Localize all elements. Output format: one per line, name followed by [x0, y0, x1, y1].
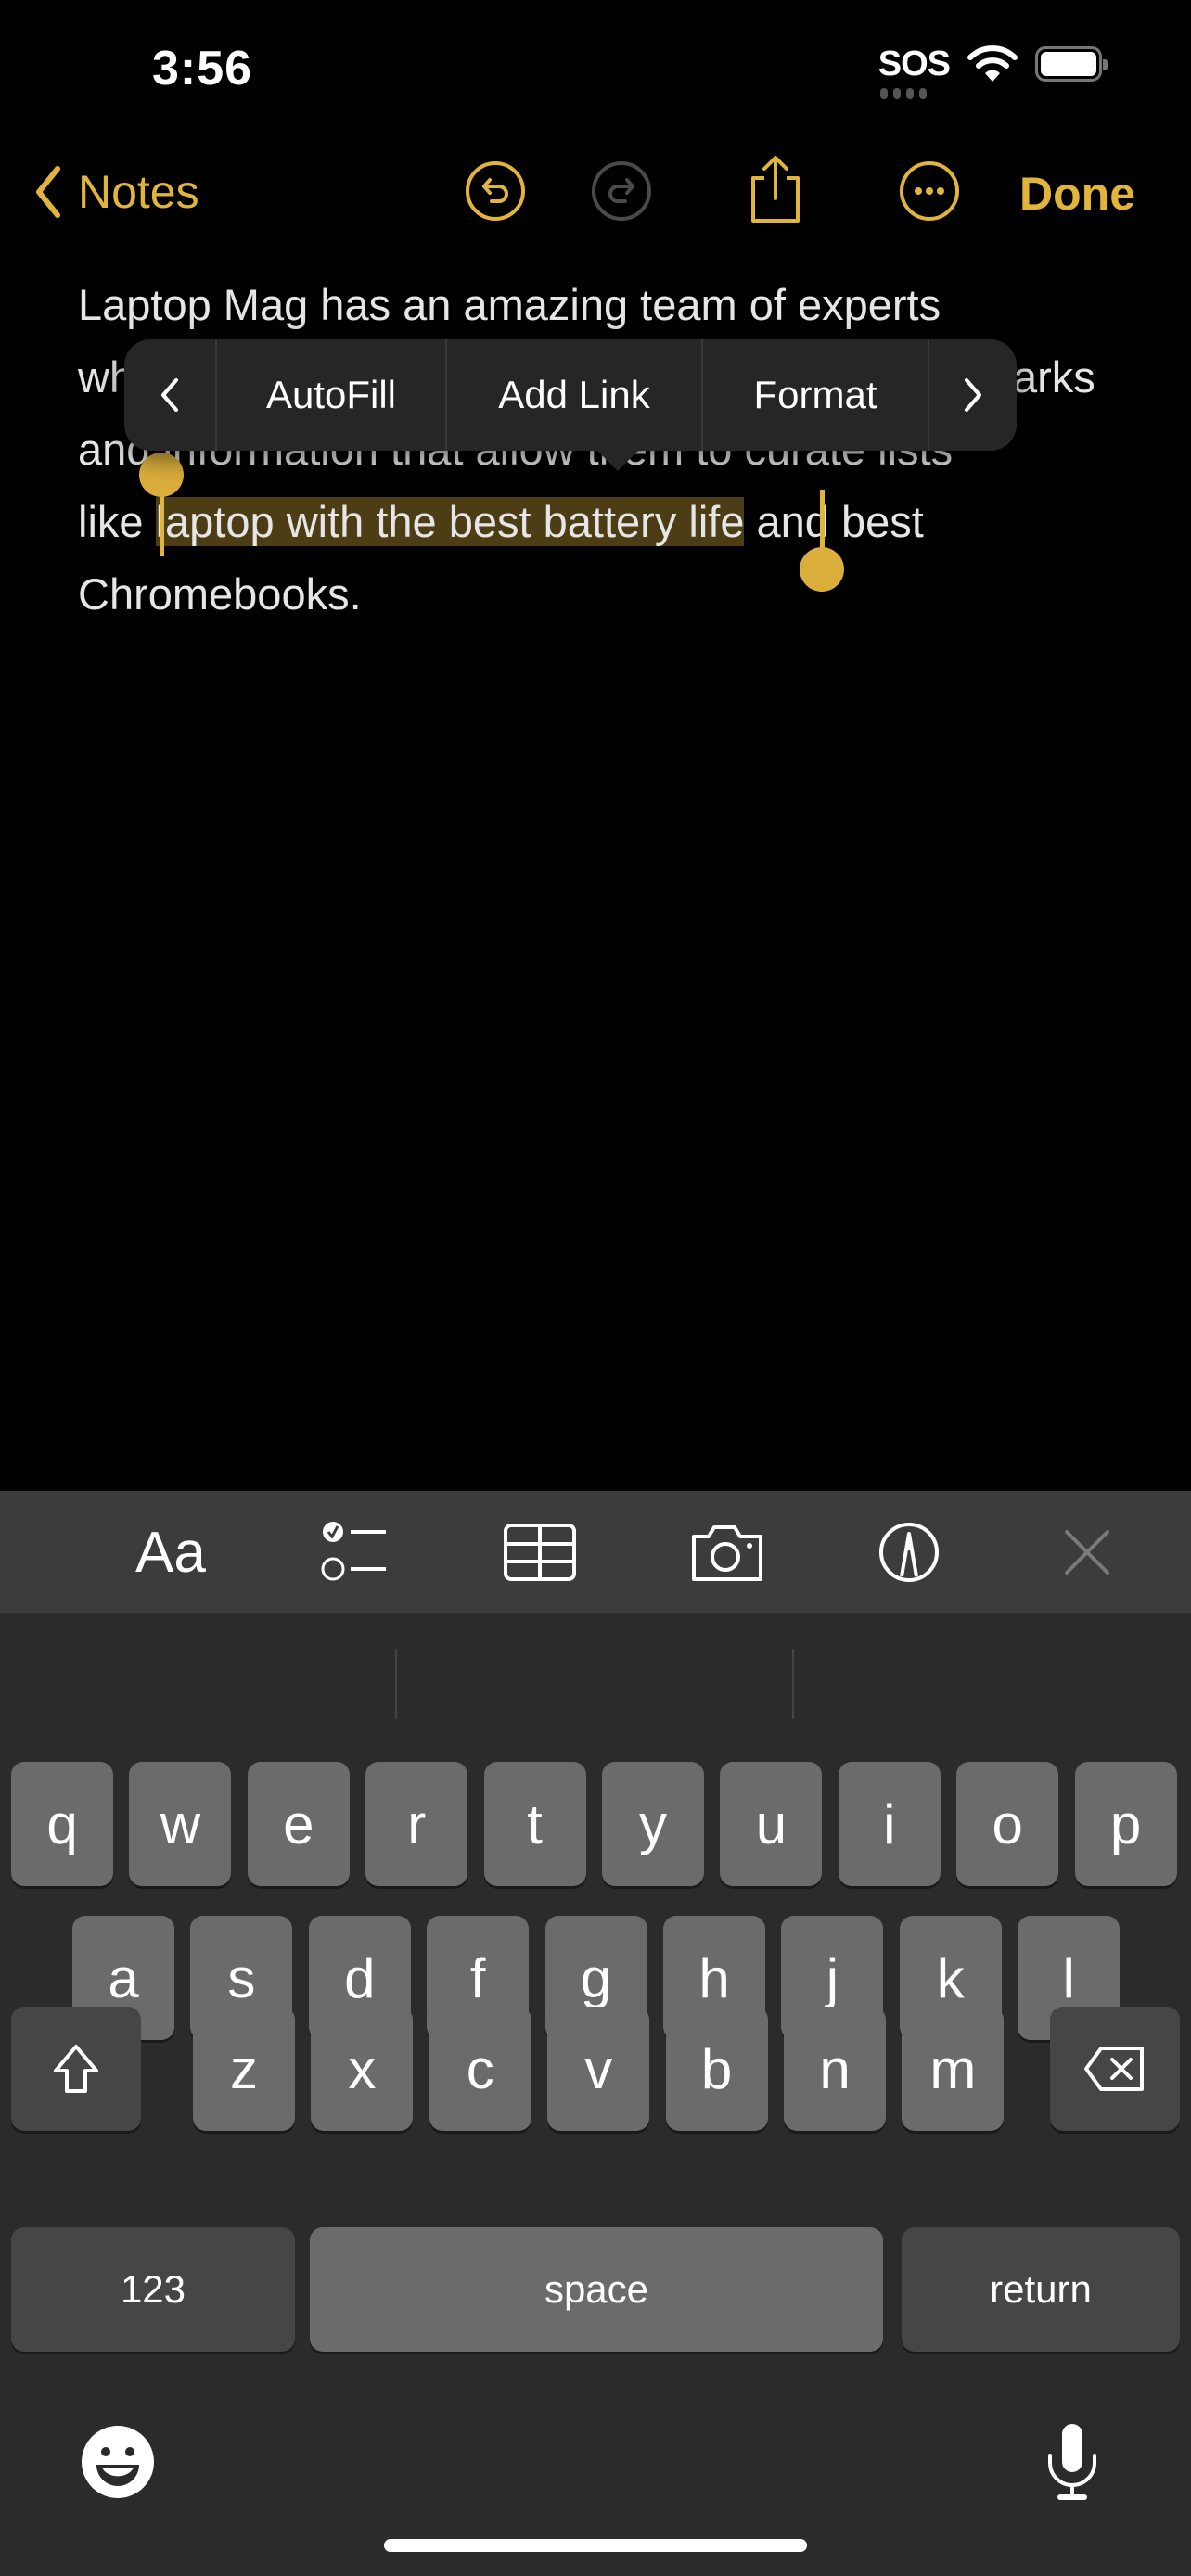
note-line: Laptop Mag has an amazing team of expert… — [78, 280, 941, 329]
key-e[interactable]: e — [247, 1762, 350, 1886]
key-u[interactable]: u — [720, 1762, 823, 1886]
navigation-bar: Notes Done — [0, 148, 1191, 241]
note-text-fragment: like — [78, 497, 156, 546]
note-line: Chromebooks. — [78, 569, 362, 618]
edit-menu-next[interactable] — [929, 339, 1017, 451]
camera-icon[interactable] — [690, 1519, 764, 1586]
key-o[interactable]: o — [956, 1762, 1059, 1886]
format-toolbar: Aa — [0, 1491, 1191, 1613]
text-style-button[interactable]: Aa — [135, 1519, 206, 1586]
undo-icon[interactable] — [464, 159, 527, 223]
back-label: Notes — [78, 166, 199, 218]
microphone-icon[interactable] — [1044, 2422, 1100, 2502]
shift-icon — [54, 2045, 98, 2093]
edit-menu: AutoFill Add Link Format — [124, 339, 1017, 471]
emoji-icon[interactable] — [80, 2424, 156, 2500]
checklist-icon[interactable] — [319, 1519, 390, 1586]
key-n[interactable]: n — [784, 2007, 886, 2131]
wifi-icon — [967, 45, 1018, 82]
note-line: like laptop with the best battery life a… — [78, 486, 1135, 558]
back-button[interactable]: Notes — [33, 165, 199, 219]
space-key[interactable]: space — [310, 2227, 883, 2352]
prediction-divider — [395, 1649, 397, 1719]
chevron-left-icon — [36, 166, 60, 218]
key-c[interactable]: c — [429, 2007, 531, 2131]
signal-dots — [879, 88, 927, 99]
key-q[interactable]: q — [11, 1762, 113, 1886]
key-w[interactable]: w — [129, 1762, 232, 1886]
key-x[interactable]: x — [311, 2007, 414, 2131]
markup-icon[interactable] — [877, 1519, 941, 1586]
selected-text-content: laptop with the best battery life — [155, 497, 745, 546]
selection-start-handle[interactable] — [139, 453, 184, 497]
shift-key[interactable] — [11, 2007, 141, 2131]
sos-indicator: SOS — [877, 45, 951, 99]
prediction-divider — [792, 1649, 794, 1719]
return-key[interactable]: return — [902, 2227, 1180, 2352]
keyboard: qwertyuiop asdfghjkl zxcvbnm 123 space r… — [0, 1613, 1191, 2576]
status-time: 3:56 — [152, 42, 253, 96]
share-icon[interactable] — [746, 154, 805, 224]
selection-start-caret — [160, 490, 164, 556]
sos-label: SOS — [877, 45, 951, 83]
edit-menu-autofill[interactable]: AutoFill — [217, 339, 447, 451]
chevron-left-icon — [161, 378, 178, 412]
home-indicator[interactable] — [384, 2539, 807, 2552]
numbers-key[interactable]: 123 — [11, 2227, 295, 2352]
note-text-fragment: arks — [1013, 352, 1095, 402]
edit-menu-previous[interactable] — [124, 339, 217, 451]
key-y[interactable]: y — [602, 1762, 704, 1886]
ellipsis-circle-icon[interactable] — [898, 159, 961, 223]
status-indicators: SOS — [877, 45, 1108, 99]
table-icon[interactable] — [503, 1519, 577, 1586]
key-m[interactable]: m — [902, 2007, 1005, 2131]
edit-menu-add-link[interactable]: Add Link — [447, 339, 703, 451]
key-z[interactable]: z — [193, 2007, 295, 2131]
key-p[interactable]: p — [1074, 1762, 1177, 1886]
selection-end-handle[interactable] — [800, 547, 844, 592]
key-v[interactable]: v — [547, 2007, 650, 2131]
delete-backward-icon — [1084, 2047, 1144, 2091]
redo-icon[interactable] — [590, 159, 653, 223]
key-r[interactable]: r — [365, 1762, 468, 1886]
chevron-right-icon — [965, 378, 981, 412]
key-t[interactable]: t — [483, 1762, 586, 1886]
battery-full-icon — [1035, 46, 1108, 82]
close-icon[interactable] — [1063, 1519, 1111, 1586]
key-b[interactable]: b — [665, 2007, 768, 2131]
note-text-fragment: and best — [744, 497, 924, 546]
key-i[interactable]: i — [838, 1762, 941, 1886]
selected-text[interactable]: laptop with the best battery life — [155, 497, 745, 546]
delete-key[interactable] — [1050, 2007, 1180, 2131]
edit-menu-format[interactable]: Format — [703, 339, 929, 451]
done-button[interactable]: Done — [1019, 167, 1135, 221]
